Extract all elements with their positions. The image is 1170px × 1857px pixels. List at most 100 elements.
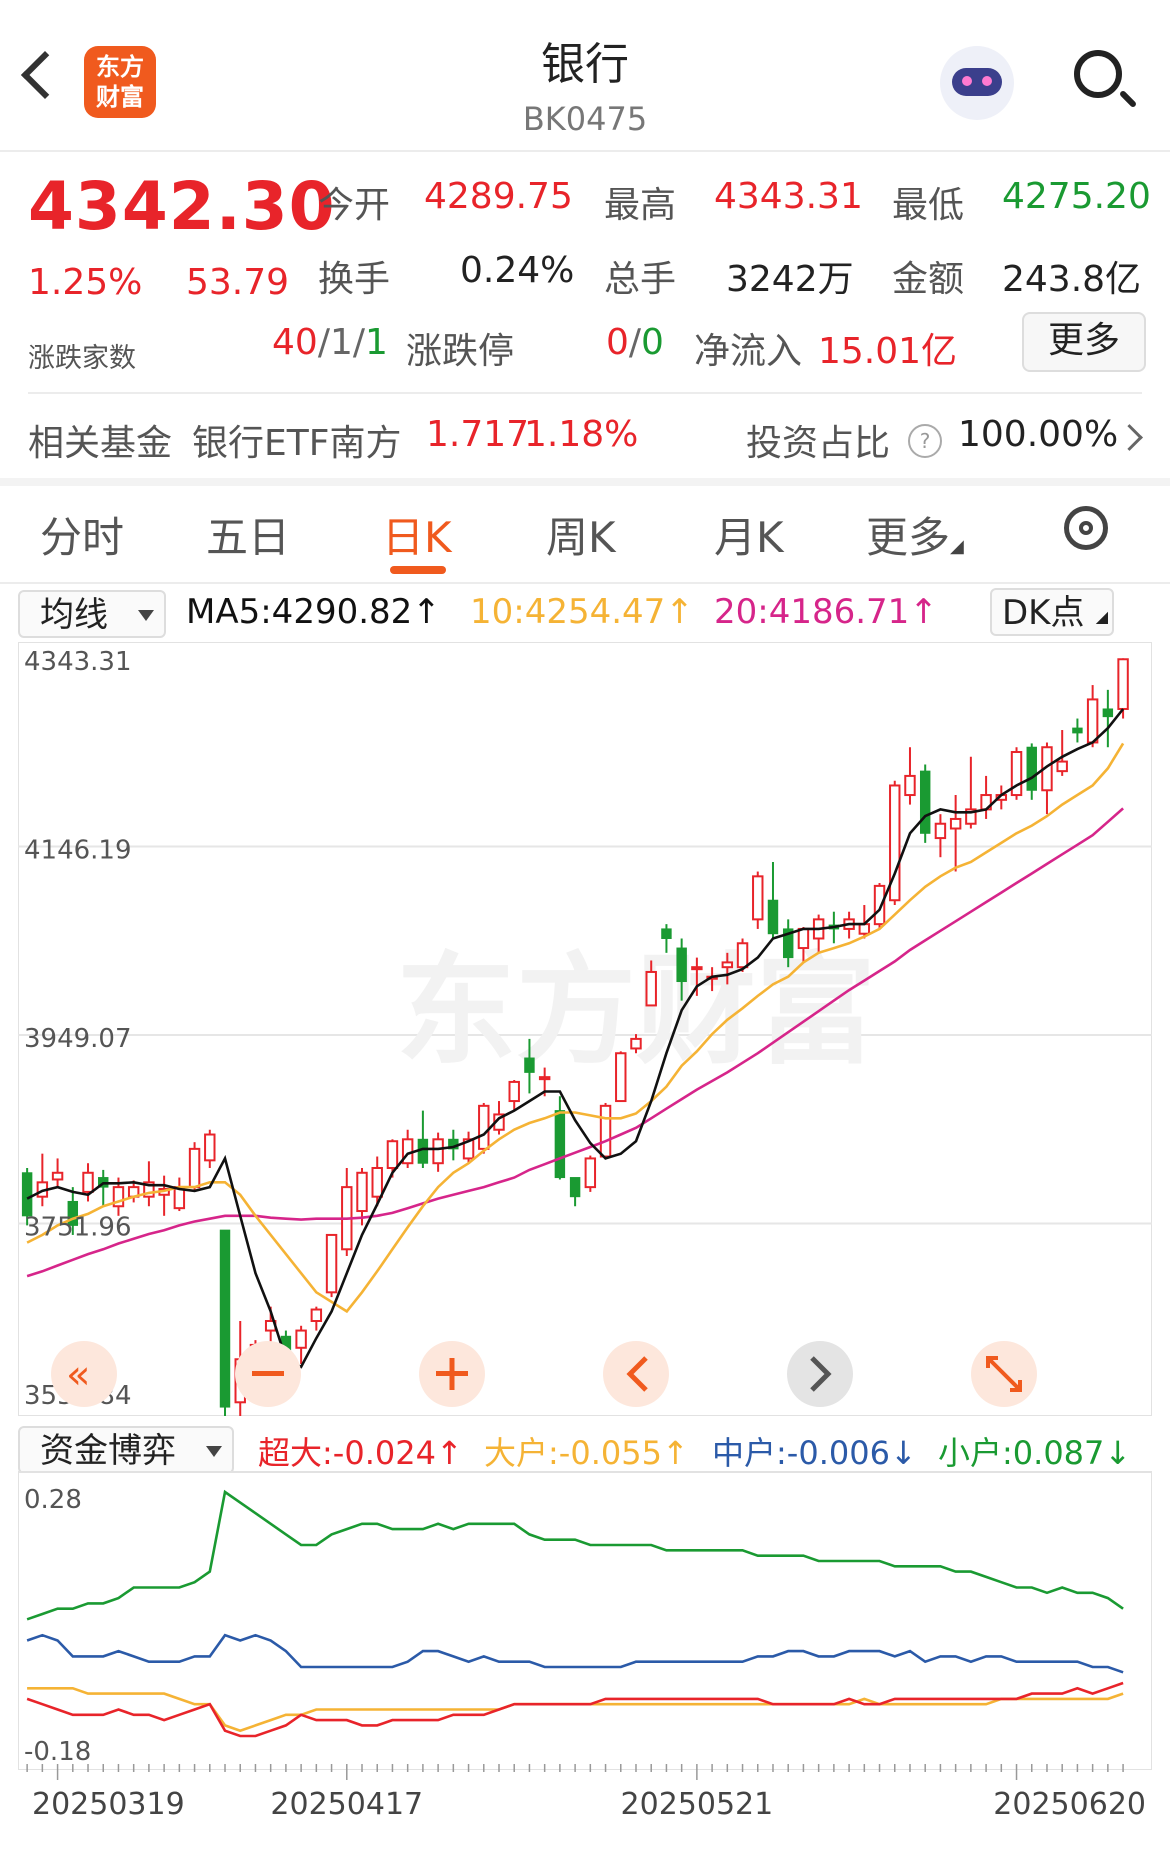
- section-gap: [0, 478, 1170, 486]
- flow-super-value: 超大:-0.024↑: [258, 1434, 463, 1472]
- candle-body: [752, 875, 764, 921]
- settings-gear-icon[interactable]: [1064, 506, 1108, 550]
- candle-body: [584, 1157, 597, 1189]
- volume-value: 3242万: [726, 259, 854, 300]
- breadth-flat: 1: [329, 322, 353, 363]
- candle-body: [1072, 727, 1083, 734]
- zoom-out-button[interactable]: [235, 1341, 301, 1407]
- low-value: 4275.20: [1002, 176, 1151, 217]
- limit-value: 0/0: [606, 322, 664, 363]
- candle-body: [371, 1166, 383, 1198]
- ma10-value: 10:4254.47↑: [470, 592, 694, 632]
- candle-body: [661, 928, 672, 939]
- last-price: 4342.30: [28, 168, 336, 245]
- candle-body: [478, 1104, 490, 1150]
- candle-body: [919, 770, 931, 834]
- tab-active-indicator: [390, 566, 446, 574]
- candle-body: [797, 927, 810, 950]
- robot-eye: [982, 76, 992, 86]
- tab-weekly-k[interactable]: 周K: [546, 504, 616, 565]
- tab-intraday[interactable]: 分时: [40, 504, 124, 565]
- related-fund-row[interactable]: 相关基金 银行ETF南方 1.717 1.18% 投资占比 ? 100.00%: [28, 414, 1148, 464]
- breadth-up: 40: [272, 322, 318, 363]
- dk-point-label: DK点: [1002, 593, 1085, 633]
- flow-small-value: 小户:0.087↓: [938, 1434, 1132, 1472]
- candle-body: [432, 1138, 444, 1165]
- flow-y-tick-label: 0.28: [24, 1485, 82, 1515]
- date-tick-label: 20250620: [993, 1787, 1146, 1822]
- scroll-left-button[interactable]: [603, 1341, 669, 1407]
- limit-label: 涨跌停: [406, 331, 515, 372]
- tab-more[interactable]: 更多◢: [866, 504, 964, 565]
- fullscreen-button[interactable]: [971, 1341, 1037, 1407]
- candle-body: [356, 1171, 368, 1213]
- ma20-value: 20:4186.71↑: [714, 592, 938, 632]
- zoom-in-button[interactable]: [419, 1341, 485, 1407]
- tab-monthly-k[interactable]: 月K: [714, 504, 784, 565]
- assistant-robot-icon[interactable]: [940, 46, 1014, 120]
- kline-chart[interactable]: 东方财富 4343.314146.193949.073751.963554.84…: [18, 642, 1152, 1416]
- breadth-label: 涨跌家数: [28, 343, 136, 374]
- candle-body: [645, 970, 657, 1007]
- candle-body: [310, 1308, 323, 1323]
- search-icon[interactable]: [1074, 50, 1122, 98]
- candle-body: [934, 822, 947, 840]
- amount-label: 金额: [892, 259, 965, 300]
- flow-selector[interactable]: 资金博弈: [18, 1426, 234, 1474]
- robot-eye: [962, 76, 972, 86]
- ratio-label: 投资占比: [746, 423, 891, 464]
- flow-selector-label: 资金博弈: [40, 1431, 176, 1471]
- flow-y-tick-label: -0.18: [24, 1737, 91, 1767]
- caret-down-icon: [206, 1446, 222, 1457]
- candle-body: [295, 1329, 307, 1349]
- robot-face: [952, 68, 1002, 96]
- amount-value: 243.8亿: [1002, 259, 1142, 300]
- flow-mid-value: 中户:-0.006↓: [712, 1434, 917, 1472]
- date-axis: 20250319 20250417 20250521 20250620: [26, 1764, 1146, 1822]
- volume-label: 总手: [604, 259, 677, 300]
- dk-point-button[interactable]: DK点 ◢: [990, 588, 1114, 636]
- tab-five-day[interactable]: 五日: [206, 504, 290, 565]
- flow-frame: [18, 1471, 1152, 1770]
- turnover-label: 换手: [318, 259, 391, 300]
- candle-body: [188, 1147, 201, 1189]
- date-tick-label: 20250319: [32, 1787, 185, 1822]
- date-tick-label: 20250417: [270, 1787, 423, 1822]
- candle-body: [767, 899, 779, 935]
- change-pct: 1.25%: [28, 262, 143, 303]
- candle-body: [599, 1104, 612, 1158]
- candle-body: [554, 1110, 566, 1179]
- candle-body: [219, 1229, 231, 1408]
- candle-body: [569, 1177, 581, 1198]
- candle-body: [630, 1037, 642, 1050]
- y-tick-label: 3751.96: [24, 1213, 132, 1243]
- candle-body: [615, 1052, 627, 1103]
- caret-down-icon: [138, 610, 154, 621]
- candle-body: [524, 1057, 535, 1073]
- candle-body: [721, 961, 734, 969]
- date-tick-label: 20250521: [621, 1787, 774, 1822]
- fund-price: 1.717: [426, 414, 530, 455]
- candle-body: [1026, 746, 1037, 791]
- double-chevron-left-icon: «: [66, 1352, 90, 1398]
- y-tick-label: 3949.07: [24, 1024, 132, 1054]
- candle-body: [508, 1080, 520, 1103]
- ratio-value: 100.00%: [958, 414, 1119, 455]
- fund-flow-chart[interactable]: 0.28 -0.18: [18, 1470, 1152, 1770]
- tab-more-label: 更多: [866, 513, 951, 562]
- more-button[interactable]: 更多: [1022, 312, 1146, 372]
- high-label: 最高: [604, 185, 677, 226]
- flow-big-value: 大户:-0.055↑: [484, 1434, 689, 1472]
- zoom-out-far-button[interactable]: «: [51, 1341, 117, 1407]
- scroll-right-button[interactable]: [787, 1341, 853, 1407]
- indicator-selector[interactable]: 均线: [18, 590, 166, 638]
- tab-daily-k[interactable]: 日K: [382, 504, 452, 565]
- candle-body: [1102, 708, 1114, 718]
- help-icon[interactable]: ?: [908, 424, 942, 458]
- indicator-selector-label: 均线: [40, 595, 108, 635]
- candle-body: [386, 1140, 399, 1169]
- candle-body: [325, 1233, 338, 1294]
- candle-body: [949, 817, 962, 830]
- limit-up: 0: [606, 322, 629, 363]
- header-divider: [0, 150, 1170, 152]
